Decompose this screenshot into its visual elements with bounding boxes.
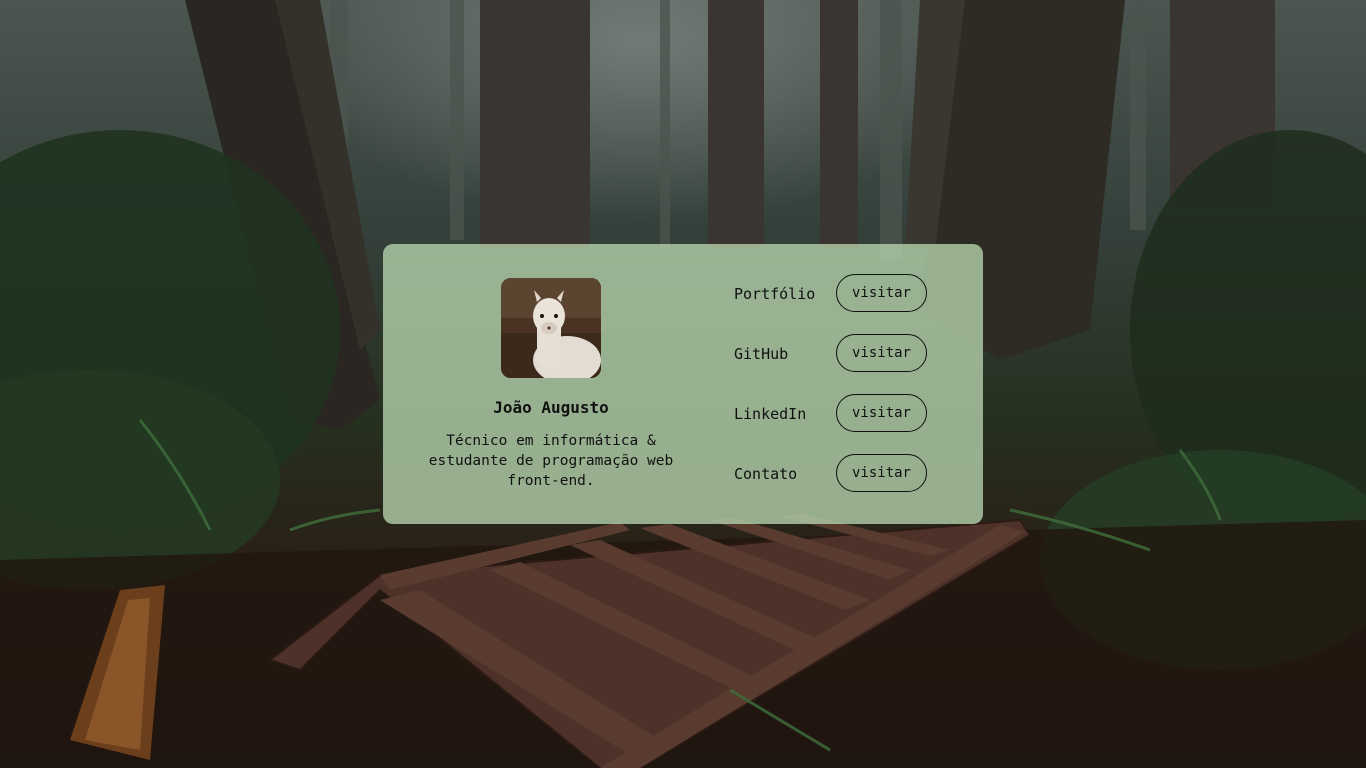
link-label-github: GitHub	[734, 345, 789, 363]
link-row-contato: Contato visitar	[734, 454, 954, 494]
profile-name: João Augusto	[493, 398, 609, 417]
visit-github-button[interactable]: visitar	[836, 334, 927, 372]
visit-contato-button[interactable]: visitar	[836, 454, 927, 492]
profile-section: João Augusto Técnico em informática & es…	[383, 244, 719, 524]
avatar	[501, 278, 601, 378]
link-row-github: GitHub visitar	[734, 334, 954, 374]
link-label-portfolio: Portfólio	[734, 285, 816, 303]
profile-bio: Técnico em informática & estudante de pr…	[428, 433, 674, 489]
link-row-portfolio: Portfólio visitar	[734, 274, 954, 314]
alpaca-photo-icon	[501, 278, 601, 378]
link-label-linkedin: LinkedIn	[734, 405, 807, 423]
link-label-contato: Contato	[734, 465, 798, 483]
profile-card: João Augusto Técnico em informática & es…	[383, 244, 983, 524]
links-list: Portfólio visitar GitHub visitar LinkedI…	[734, 274, 954, 514]
visit-portfolio-button[interactable]: visitar	[836, 274, 927, 312]
visit-linkedin-button[interactable]: visitar	[836, 394, 927, 432]
link-row-linkedin: LinkedIn visitar	[734, 394, 954, 434]
